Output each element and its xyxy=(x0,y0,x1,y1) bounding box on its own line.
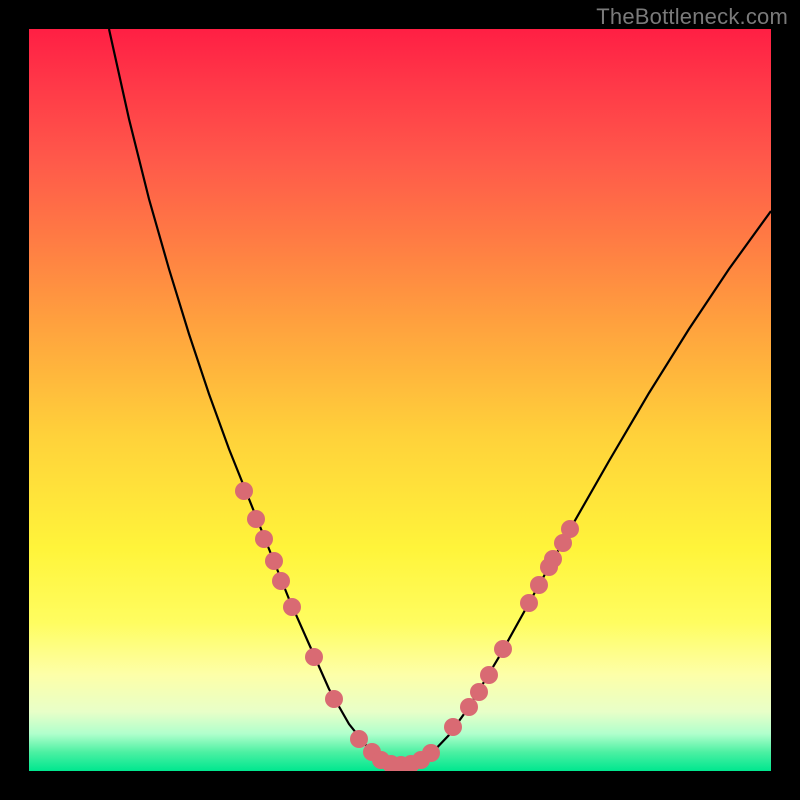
marker-dot xyxy=(422,744,440,762)
marker-dot xyxy=(235,482,253,500)
marker-dot xyxy=(272,572,290,590)
marker-dot xyxy=(530,576,548,594)
chart-frame xyxy=(29,29,771,771)
marker-dot xyxy=(544,550,562,568)
marker-dot xyxy=(480,666,498,684)
marker-dot xyxy=(444,718,462,736)
chart-svg xyxy=(29,29,771,771)
marker-dot xyxy=(350,730,368,748)
marker-dots-group xyxy=(235,482,579,771)
marker-dot xyxy=(325,690,343,708)
marker-dot xyxy=(283,598,301,616)
marker-dot xyxy=(561,520,579,538)
marker-dot xyxy=(265,552,283,570)
watermark-text: TheBottleneck.com xyxy=(596,4,788,30)
marker-dot xyxy=(494,640,512,658)
bottleneck-curve xyxy=(109,29,771,766)
marker-dot xyxy=(305,648,323,666)
marker-dot xyxy=(255,530,273,548)
marker-dot xyxy=(520,594,538,612)
marker-dot xyxy=(460,698,478,716)
marker-dot xyxy=(247,510,265,528)
marker-dot xyxy=(470,683,488,701)
